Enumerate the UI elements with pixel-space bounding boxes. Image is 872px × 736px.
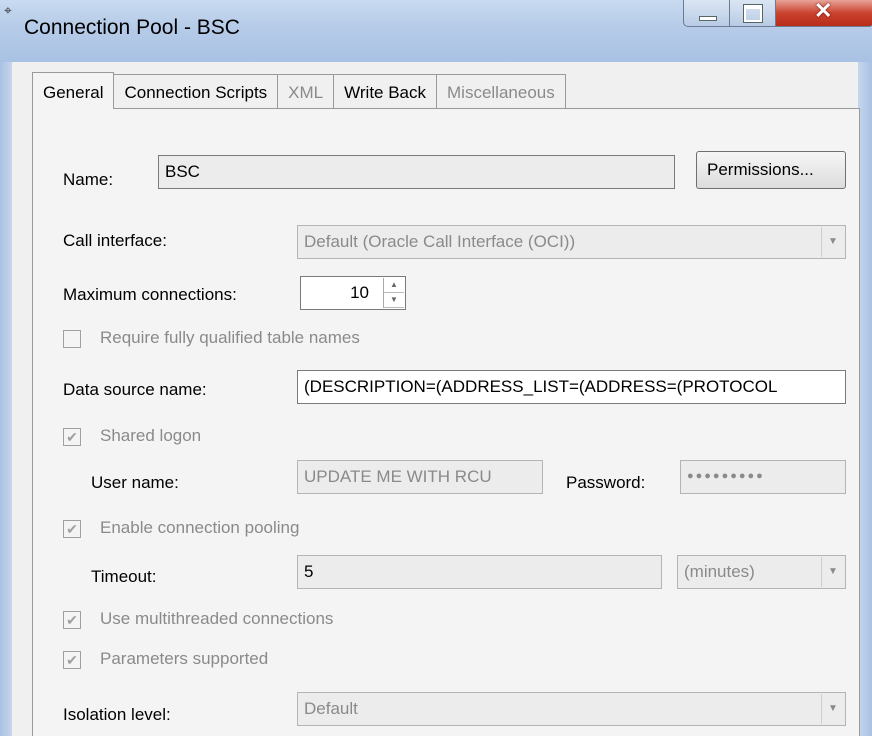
window-frame-right bbox=[858, 62, 872, 736]
parameters-checkbox: ✔ bbox=[63, 651, 81, 669]
enable-pooling-checkbox: ✔ bbox=[63, 520, 81, 538]
tab-general[interactable]: General bbox=[32, 72, 115, 109]
chevron-down-icon: ▼ bbox=[821, 694, 844, 724]
tab-xml: XML bbox=[277, 74, 335, 109]
spin-up-icon[interactable]: ▲ bbox=[384, 278, 404, 293]
call-interface-label: Call interface: bbox=[63, 231, 167, 250]
password-field: ●●●●●●●●● bbox=[680, 460, 846, 494]
user-name-field: UPDATE ME WITH RCU bbox=[297, 460, 543, 494]
window-title: Connection Pool - BSC bbox=[24, 16, 240, 39]
max-connections-value: 10 bbox=[350, 283, 369, 302]
name-label: Name: bbox=[63, 170, 114, 189]
timeout-label: Timeout: bbox=[91, 567, 157, 586]
isolation-level-label: Isolation level: bbox=[63, 705, 171, 724]
call-interface-select: Default (Oracle Call Interface (OCI)) ▼ bbox=[297, 225, 846, 259]
multithreaded-label: Use multithreaded connections bbox=[100, 609, 334, 628]
close-button[interactable]: ✕ bbox=[775, 0, 872, 27]
title-bar[interactable]: ⌖ Connection Pool - BSC ✕ bbox=[0, 0, 872, 62]
isolation-level-select: Default ▼ bbox=[297, 692, 846, 726]
tab-strip: General Connection Scripts XML Write Bac… bbox=[32, 72, 566, 109]
name-field[interactable]: BSC bbox=[158, 155, 675, 189]
maximize-button[interactable] bbox=[729, 0, 777, 27]
close-icon: ✕ bbox=[814, 0, 833, 23]
enable-pooling-label: Enable connection pooling bbox=[100, 518, 300, 537]
spin-down-icon[interactable]: ▼ bbox=[384, 293, 404, 308]
require-fq-label: Require fully qualified table names bbox=[100, 328, 360, 347]
chevron-down-icon: ▼ bbox=[821, 227, 844, 257]
timeout-field: 5 bbox=[297, 555, 662, 589]
timeout-unit-select: (minutes) ▼ bbox=[677, 555, 846, 589]
call-interface-value: Default (Oracle Call Interface (OCI)) bbox=[304, 232, 576, 251]
data-source-field[interactable]: (DESCRIPTION=(ADDRESS_LIST=(ADDRESS=(PRO… bbox=[297, 370, 846, 404]
tab-miscellaneous: Miscellaneous bbox=[436, 74, 566, 109]
max-connections-stepper[interactable]: 10 ▲ ▼ bbox=[300, 276, 406, 310]
minimize-icon bbox=[699, 16, 717, 21]
user-name-label: User name: bbox=[91, 473, 179, 492]
isolation-level-value: Default bbox=[304, 699, 358, 718]
chevron-down-icon: ▼ bbox=[821, 557, 844, 587]
data-source-label: Data source name: bbox=[63, 380, 207, 399]
timeout-unit-value: (minutes) bbox=[684, 562, 755, 581]
shared-logon-checkbox: ✔ bbox=[63, 428, 81, 446]
password-label: Password: bbox=[566, 473, 646, 492]
max-connections-label: Maximum connections: bbox=[63, 285, 237, 304]
window-icon: ⌖ bbox=[4, 2, 12, 18]
parameters-label: Parameters supported bbox=[100, 649, 269, 668]
minimize-button[interactable] bbox=[683, 0, 731, 27]
spin-buttons[interactable]: ▲ ▼ bbox=[383, 278, 404, 308]
permissions-button[interactable]: Permissions... bbox=[696, 151, 846, 189]
multithreaded-checkbox: ✔ bbox=[63, 611, 81, 629]
require-fq-checkbox bbox=[63, 330, 81, 348]
tab-connection-scripts[interactable]: Connection Scripts bbox=[113, 74, 279, 109]
window-frame-left bbox=[0, 62, 12, 736]
shared-logon-label: Shared logon bbox=[100, 426, 202, 445]
connection-pool-window: ⌖ Connection Pool - BSC ✕ General Connec… bbox=[0, 0, 872, 736]
general-tab-panel bbox=[32, 108, 860, 736]
tab-write-back[interactable]: Write Back bbox=[333, 74, 438, 109]
maximize-icon bbox=[743, 4, 763, 23]
